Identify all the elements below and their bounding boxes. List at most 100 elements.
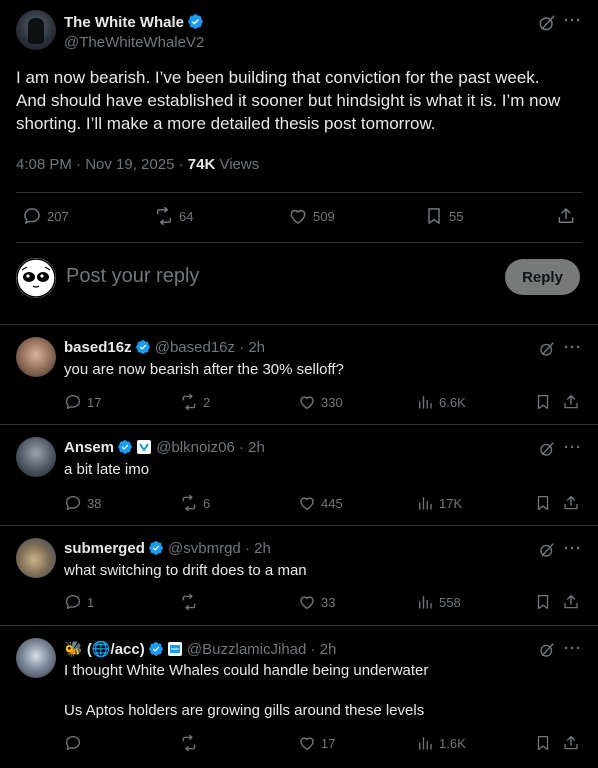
post-meta: 4:08 PM · Nov 19, 2025 · 74K Views bbox=[16, 156, 259, 173]
more-icon[interactable]: ··· bbox=[564, 540, 582, 557]
like-button[interactable]: 509 bbox=[288, 206, 335, 226]
reply-time[interactable]: · 2h bbox=[239, 439, 265, 456]
reply-count: 1 bbox=[87, 594, 95, 610]
reply-icon bbox=[65, 394, 81, 410]
bookmark-icon bbox=[537, 594, 549, 610]
reply-post[interactable]: based16z @based16z · 2h you are now bear… bbox=[0, 325, 598, 425]
reply-button[interactable]: 17 bbox=[64, 393, 101, 411]
author-name-row[interactable]: The White Whale bbox=[64, 13, 204, 31]
reply-author-handle[interactable]: @blknoiz06 bbox=[156, 439, 235, 456]
share-button[interactable] bbox=[556, 206, 581, 226]
like-count: 33 bbox=[321, 594, 336, 610]
bookmark-button[interactable] bbox=[534, 734, 557, 752]
reply-post[interactable]: submerged @svbmrgd · 2h what switching t… bbox=[0, 526, 598, 626]
reply-count: 38 bbox=[87, 495, 102, 511]
reply-button[interactable]: 1 bbox=[64, 593, 94, 611]
repost-button[interactable]: 2 bbox=[180, 393, 210, 411]
grok-icon[interactable] bbox=[538, 340, 556, 363]
reply-avatar[interactable] bbox=[16, 638, 56, 678]
post-timestamp[interactable]: 4:08 PM · Nov 19, 2025 · bbox=[16, 156, 188, 173]
grok-icon[interactable] bbox=[537, 13, 557, 38]
like-button[interactable]: 445 bbox=[298, 494, 343, 512]
author-name[interactable]: The White Whale bbox=[64, 14, 184, 31]
reply-post[interactable]: Ansem @blknoiz06 · 2h a bit late imo ···… bbox=[0, 425, 598, 525]
more-icon[interactable]: ··· bbox=[564, 339, 582, 356]
reply-icon bbox=[65, 594, 81, 610]
repost-icon bbox=[157, 206, 171, 226]
like-icon bbox=[300, 396, 314, 410]
like-button[interactable]: 33 bbox=[298, 593, 335, 611]
more-icon[interactable]: ··· bbox=[564, 439, 582, 456]
reply-button[interactable]: 207 bbox=[22, 206, 69, 226]
reply-time[interactable]: · 2h bbox=[239, 339, 265, 356]
reply-count: 17 bbox=[87, 394, 102, 410]
author-avatar[interactable] bbox=[16, 10, 56, 50]
my-avatar[interactable] bbox=[16, 258, 56, 298]
reply-author-name[interactable]: based16z bbox=[64, 339, 132, 356]
reply-author-name[interactable]: submerged bbox=[64, 540, 145, 557]
share-button[interactable] bbox=[562, 734, 585, 752]
share-button[interactable] bbox=[562, 393, 585, 411]
repost-count: 64 bbox=[179, 208, 194, 224]
views-button[interactable]: 6.6K bbox=[416, 393, 466, 411]
like-button[interactable]: 330 bbox=[298, 393, 343, 411]
reply-button[interactable] bbox=[64, 734, 87, 752]
repost-button[interactable] bbox=[180, 734, 203, 752]
reply-header: submerged @svbmrgd · 2h bbox=[64, 540, 271, 557]
reply-author-handle[interactable]: @svbmrgd bbox=[168, 540, 241, 557]
grok-icon[interactable] bbox=[538, 541, 556, 564]
share-icon bbox=[564, 495, 578, 510]
share-button[interactable] bbox=[562, 494, 585, 512]
views-button[interactable]: 17K bbox=[416, 494, 462, 512]
like-count: 330 bbox=[321, 394, 343, 410]
reply-input[interactable]: Post your reply bbox=[66, 265, 199, 288]
bookmark-button[interactable]: 55 bbox=[424, 206, 463, 226]
share-button[interactable] bbox=[562, 593, 585, 611]
verified-badge-icon bbox=[149, 541, 163, 555]
bookmark-icon bbox=[537, 735, 549, 751]
repost-button[interactable] bbox=[180, 593, 203, 611]
share-icon bbox=[564, 394, 578, 409]
verified-badge-icon bbox=[118, 440, 132, 454]
views-button[interactable]: 1.6K bbox=[416, 734, 466, 752]
views-icon bbox=[419, 737, 432, 750]
views-count: 558 bbox=[439, 594, 461, 610]
views-count: 74K bbox=[187, 156, 216, 173]
bookmark-button[interactable] bbox=[534, 593, 557, 611]
repost-icon bbox=[182, 494, 196, 512]
reply-text: Us Aptos holders are growing gills aroun… bbox=[64, 702, 425, 719]
author-handle[interactable]: @TheWhiteWhaleV2 bbox=[64, 34, 204, 51]
more-icon[interactable]: ··· bbox=[564, 12, 582, 29]
repost-count: 6 bbox=[203, 495, 211, 511]
views-button[interactable]: 558 bbox=[416, 593, 461, 611]
reply-avatar[interactable] bbox=[16, 437, 56, 477]
share-icon bbox=[558, 208, 574, 223]
reply-time[interactable]: · 2h bbox=[311, 641, 337, 658]
repost-button[interactable]: 64 bbox=[154, 206, 193, 226]
reply-avatar[interactable] bbox=[16, 337, 56, 377]
reply-icon bbox=[24, 208, 40, 224]
main-post: The White Whale @TheWhiteWhaleV2 ··· I a… bbox=[0, 0, 598, 242]
bookmark-button[interactable] bbox=[534, 494, 557, 512]
reply-author-name[interactable]: (🌐/acc) bbox=[87, 641, 145, 658]
more-icon[interactable]: ··· bbox=[564, 640, 582, 657]
repost-button[interactable]: 6 bbox=[180, 494, 210, 512]
reply-author-handle[interactable]: @based16z bbox=[155, 339, 235, 356]
grok-icon[interactable] bbox=[538, 440, 556, 463]
views-icon bbox=[419, 396, 432, 409]
repost-count: 2 bbox=[203, 394, 211, 410]
like-button[interactable]: 17 bbox=[298, 734, 335, 752]
reply-author-handle[interactable]: @BuzzlamicJihad bbox=[187, 641, 306, 658]
grok-icon[interactable] bbox=[538, 641, 556, 664]
reply-avatar[interactable] bbox=[16, 538, 56, 578]
reply-author-name[interactable]: Ansem bbox=[64, 439, 114, 456]
reply-submit-button[interactable]: Reply bbox=[505, 259, 580, 295]
reply-icon bbox=[65, 735, 81, 751]
bookmark-button[interactable] bbox=[534, 393, 557, 411]
reply-time[interactable]: · 2h bbox=[245, 540, 271, 557]
reply-post[interactable]: 🐝 (🌐/acc) @BuzzlamicJihad · 2h I thought… bbox=[0, 626, 598, 768]
bookmark-count: 55 bbox=[449, 208, 464, 224]
reply-button[interactable]: 38 bbox=[64, 494, 101, 512]
reply-text: you are now bearish after the 30% sellof… bbox=[64, 361, 344, 378]
like-icon bbox=[300, 737, 314, 751]
